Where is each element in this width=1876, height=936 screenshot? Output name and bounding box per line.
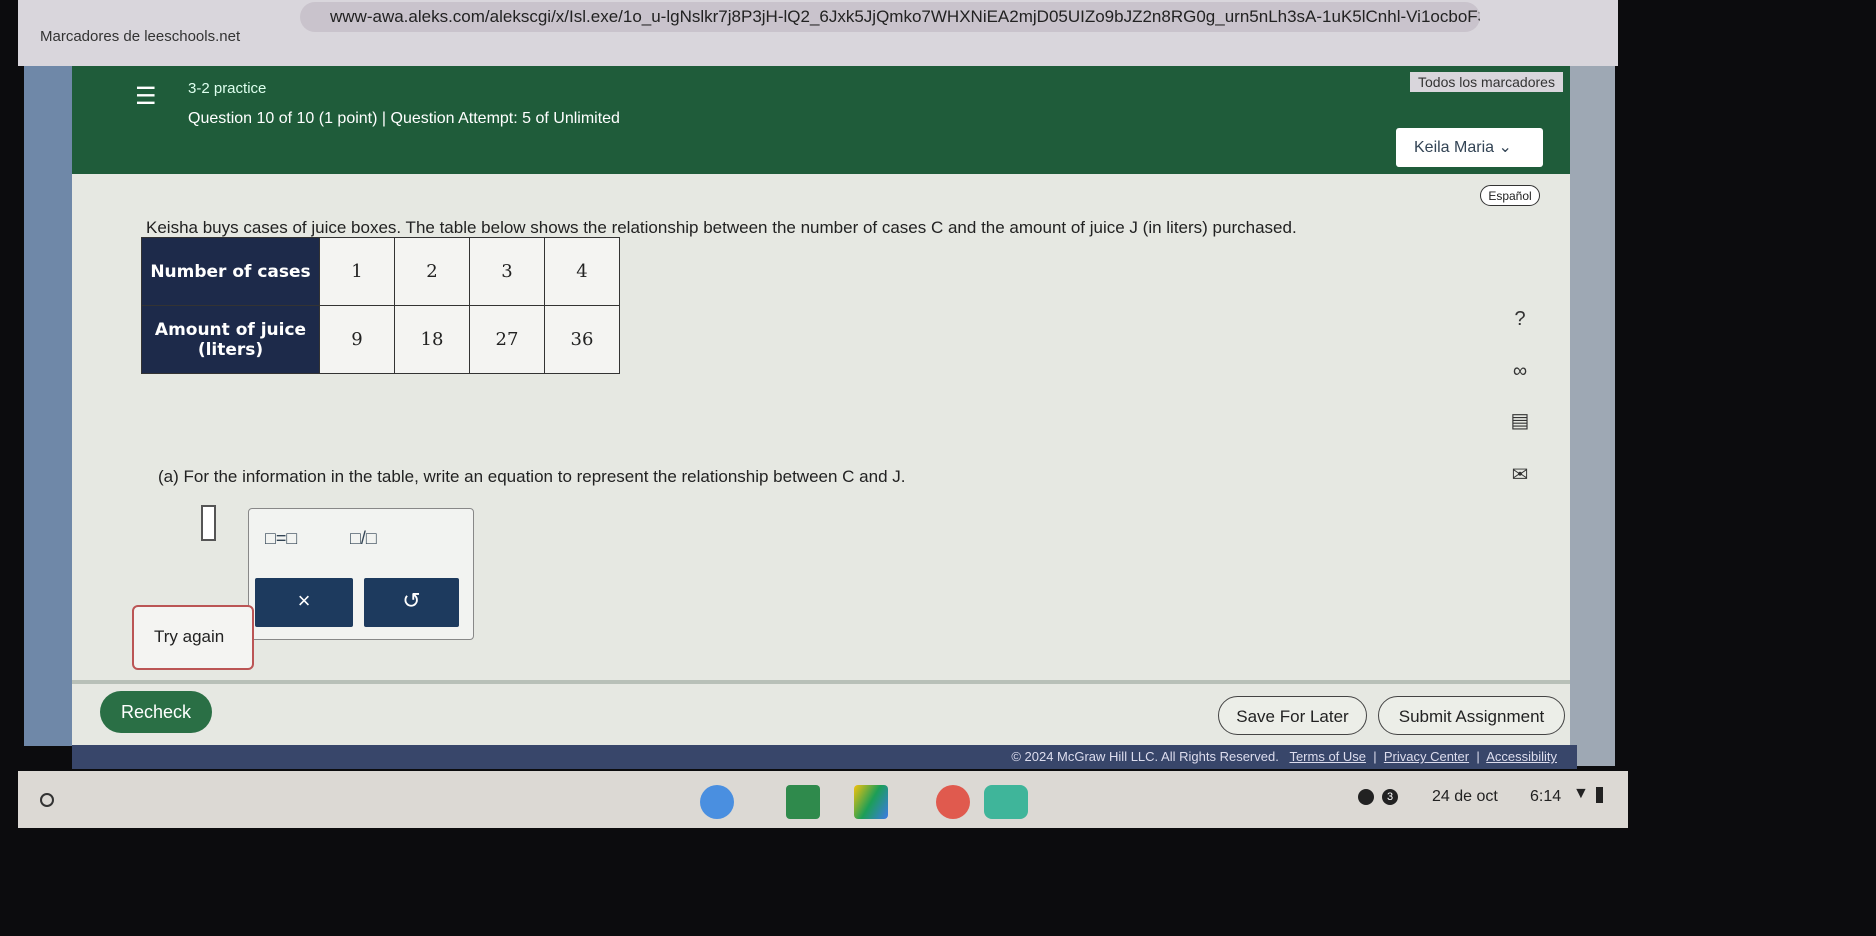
reference-icon[interactable]: ▤ [1505,408,1535,433]
notification-count[interactable]: 3 [1382,789,1398,805]
privacy-link[interactable]: Privacy Center [1384,749,1469,764]
answer-input[interactable] [201,505,216,541]
accessibility-link[interactable]: Accessibility [1486,749,1557,764]
mail-icon[interactable]: ✉ [1505,462,1535,487]
help-icon[interactable]: ? [1505,308,1535,331]
equation-template-button[interactable]: □=□ [265,528,297,549]
course-title: 3-2 practice [188,80,267,97]
fraction-button[interactable]: □/□ [350,528,377,549]
upload-icon[interactable] [1358,789,1374,805]
recheck-button[interactable]: Recheck [100,691,212,733]
question-info: Question 10 of 10 (1 point) | Question A… [188,110,620,127]
problem-text: Keisha buys cases of juice boxes. The ta… [146,218,1297,237]
cell: 1 [319,237,395,306]
url-bar[interactable]: www-awa.aleks.com/alekscgi/x/Isl.exe/1o_… [300,2,1480,32]
cell: 2 [394,237,470,306]
clear-button[interactable]: × [255,578,353,627]
terms-link[interactable]: Terms of Use [1289,749,1366,764]
left-background [24,66,74,746]
footer: © 2024 McGraw Hill LLC. All Rights Reser… [72,745,1577,769]
app-icon[interactable] [984,785,1028,819]
cell: 4 [544,237,620,306]
chrome-icon[interactable] [700,785,734,819]
cell: 36 [544,305,620,374]
bookmark-folder[interactable]: Marcadores de leeschools.net [40,28,240,45]
wifi-icon[interactable]: ▼ [1573,785,1589,803]
cell: 18 [394,305,470,374]
menu-icon[interactable]: ☰ [135,82,159,111]
copyright: © 2024 McGraw Hill LLC. All Rights Reser… [1011,749,1279,764]
row-header: Number of cases [141,237,320,306]
data-table: Number of cases 1 2 3 4 Amount of juice (lit… [141,237,620,374]
try-again-tooltip: Try again [132,605,254,670]
cell: 27 [469,305,545,374]
user-menu[interactable]: Keila Maria ⌄ [1396,128,1543,167]
submit-assignment-button[interactable]: Submit Assignment [1378,696,1565,735]
infinity-icon[interactable]: ∞ [1505,360,1535,383]
date[interactable]: 24 de oct [1432,788,1498,806]
app-icon[interactable] [936,785,970,819]
divider [72,680,1570,684]
classroom-icon[interactable] [786,785,820,819]
cell: 3 [469,237,545,306]
row-header: Amount of juice (liters) [141,305,320,374]
undo-button[interactable]: ↺ [364,578,459,627]
cell: 9 [319,305,395,374]
right-background [1570,66,1615,766]
save-for-later-button[interactable]: Save For Later [1218,696,1367,735]
battery-icon[interactable] [1596,787,1603,803]
part-a-text: (a) For the information in the table, wr… [158,467,906,486]
drive-icon[interactable] [854,785,888,819]
launcher-icon[interactable] [40,793,54,807]
user-name: Keila Maria [1414,139,1495,156]
chevron-down-icon: ⌄ [1498,139,1512,156]
espanol-button[interactable]: Español [1480,185,1540,206]
time[interactable]: 6:14 [1530,788,1561,806]
all-bookmarks[interactable]: Todos los marcadores [1410,72,1563,92]
taskbar: 3 24 de oct 6:14 ▼ [18,771,1628,828]
